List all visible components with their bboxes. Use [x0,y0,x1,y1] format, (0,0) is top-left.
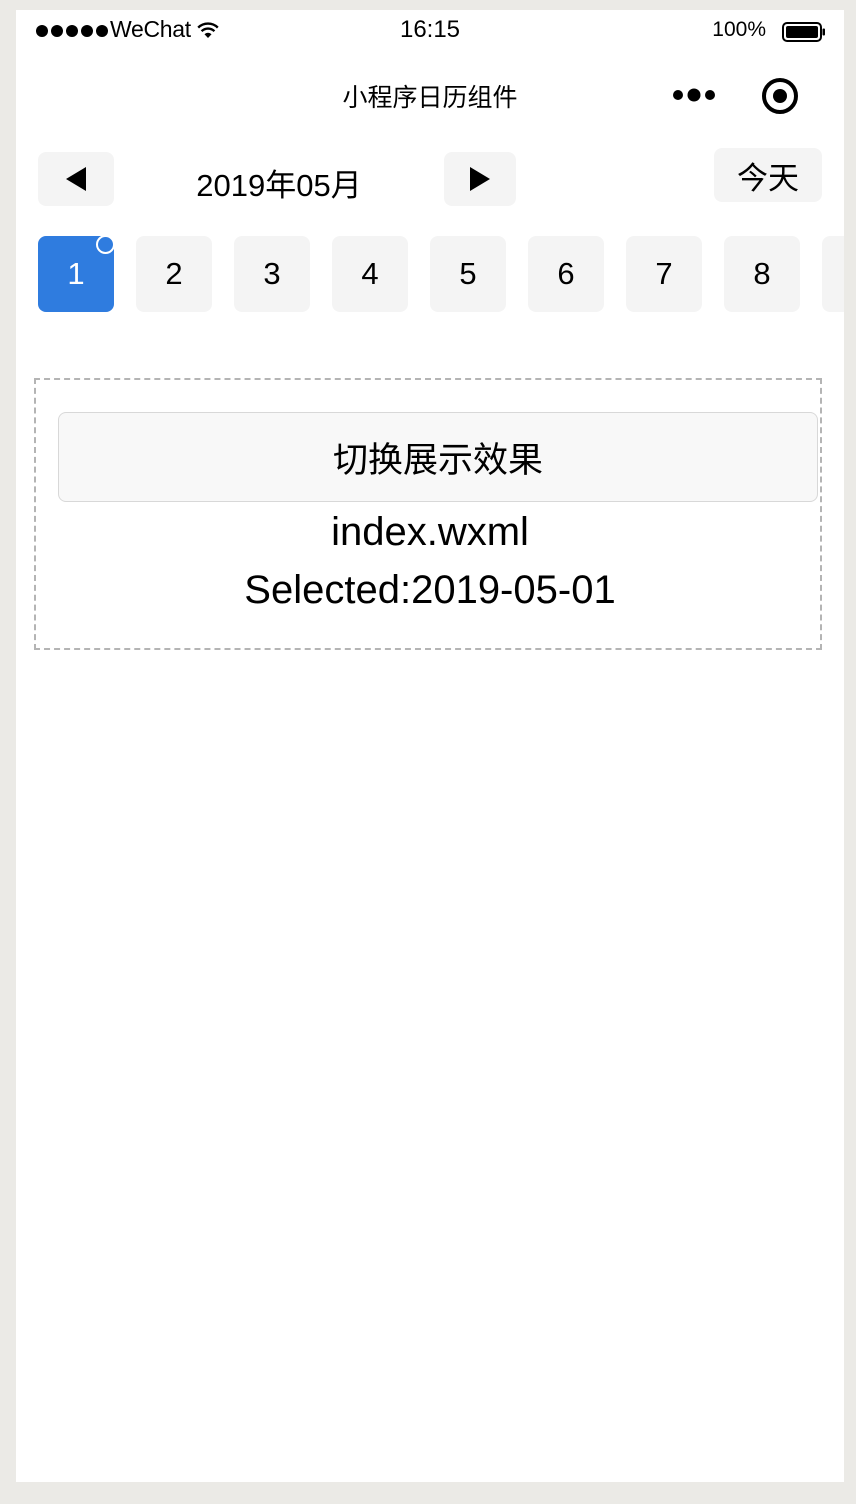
phone-screen: WeChat 16:15 100% 小程序日历组件 2019年05月 今天 1 … [16,10,844,1482]
day-strip[interactable]: 1 2 3 4 5 6 7 8 9 [16,236,844,312]
day-label: 3 [263,256,281,291]
battery-icon [782,22,825,42]
selected-date-text: Selected:2019-05-01 [244,568,616,612]
day-label: 2 [165,256,183,291]
triangle-right-icon [470,167,490,191]
day-item[interactable]: 7 [626,236,702,312]
triangle-left-icon [66,167,86,191]
day-item[interactable]: 3 [234,236,310,312]
file-name-text: index.wxml [331,510,529,554]
day-label: 6 [557,256,575,291]
toggle-display-button[interactable]: 切换展示效果 [58,412,818,502]
more-dots-icon[interactable] [672,84,718,106]
day-item[interactable]: 2 [136,236,212,312]
record-circle-icon[interactable] [760,76,800,116]
day-item[interactable]: 8 [724,236,800,312]
today-dot-icon [96,236,115,254]
day-label: 4 [361,256,379,291]
day-label: 8 [753,256,771,291]
day-item[interactable]: 9 [822,236,844,312]
page-title: 小程序日历组件 [342,84,518,112]
today-button[interactable]: 今天 [714,148,822,202]
demo-panel: 切换展示效果 index.wxml Selected:2019-05-01 [34,378,822,650]
day-label: 5 [459,256,477,291]
day-label: 7 [655,256,673,291]
day-item[interactable]: 6 [528,236,604,312]
day-item[interactable]: 4 [332,236,408,312]
day-label: 1 [67,256,85,291]
day-item[interactable]: 5 [430,236,506,312]
month-label: 2019年05月 [196,168,362,203]
battery-percent: 100% [712,18,766,41]
day-item-selected[interactable]: 1 [38,236,115,312]
prev-month-button[interactable] [38,152,114,206]
nav-bar: 小程序日历组件 [16,50,844,138]
next-month-button[interactable] [444,152,516,206]
status-bar: WeChat 16:15 100% [16,10,844,50]
